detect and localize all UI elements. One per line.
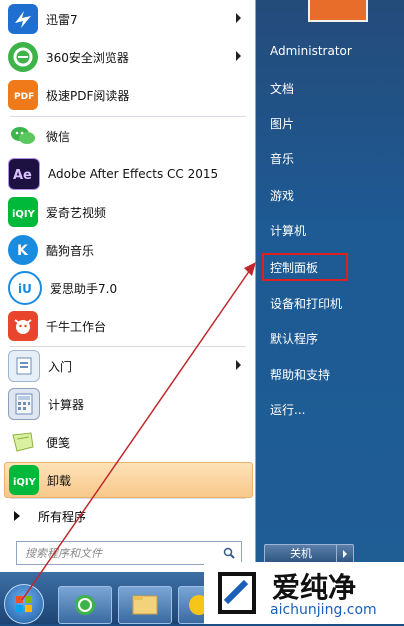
watermark-url: aichunjing.com [270,602,377,618]
annotation-arrow [21,262,256,601]
watermark-title: 爱纯净 [272,571,357,604]
watermark-logo-icon [218,572,256,614]
watermark: 爱纯净 aichunjing.com [204,562,404,624]
